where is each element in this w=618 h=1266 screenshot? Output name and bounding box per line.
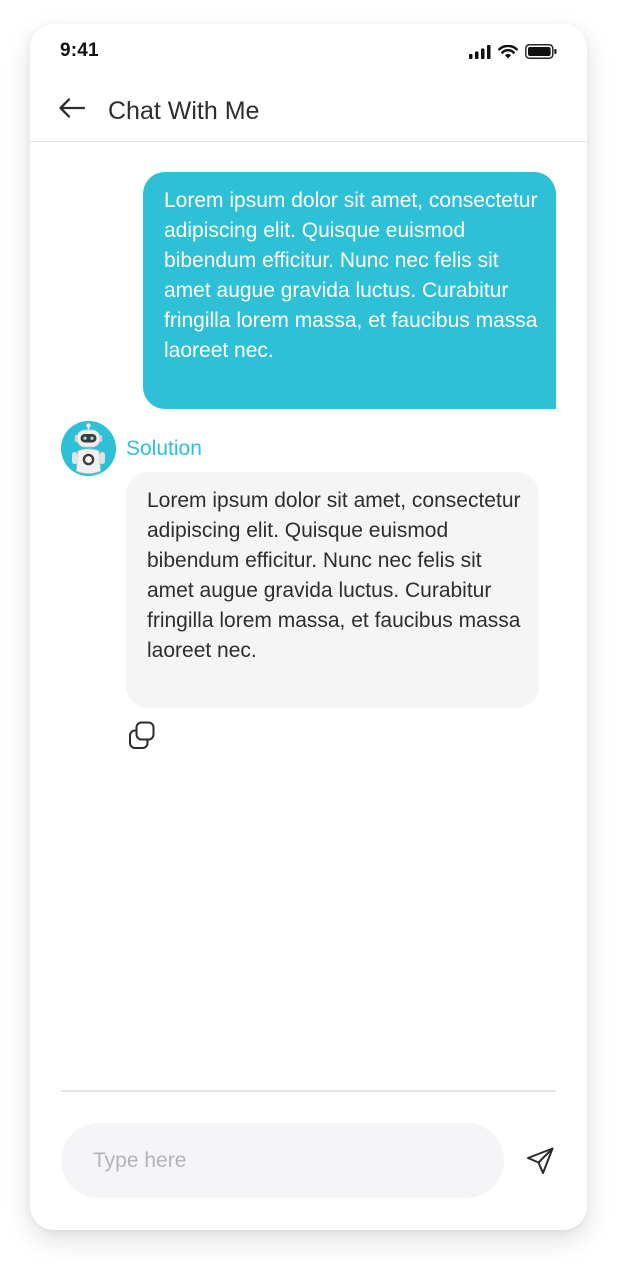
cellular-signal-icon — [469, 44, 491, 64]
send-button[interactable] — [524, 1145, 556, 1177]
message-input-container — [61, 1123, 504, 1198]
status-bar: 9:41 — [30, 24, 587, 80]
robot-avatar-icon — [61, 420, 116, 476]
message-input[interactable] — [61, 1123, 504, 1198]
page-title: Chat With Me — [108, 97, 260, 125]
bot-name: Solution — [126, 437, 202, 460]
wifi-icon — [498, 44, 518, 64]
copy-icon — [126, 721, 158, 755]
battery-icon — [525, 44, 557, 64]
status-time: 9:41 — [60, 40, 99, 61]
header: Chat With Me — [30, 80, 587, 142]
copy-button[interactable] — [126, 719, 158, 751]
user-message-bubble: Lorem ipsum dolor sit amet, consectetur … — [143, 172, 556, 409]
status-icons — [469, 44, 557, 64]
phone-screen: 9:41 Chat With Me Lorem ipsum dolor sit … — [30, 24, 587, 1230]
send-icon — [524, 1147, 556, 1181]
composer-divider — [61, 1090, 556, 1092]
arrow-left-icon — [58, 97, 86, 124]
bot-message-bubble: Lorem ipsum dolor sit amet, consectetur … — [126, 472, 539, 708]
user-message-text: Lorem ipsum dolor sit amet, consectetur … — [164, 189, 538, 362]
avatar — [61, 420, 116, 476]
back-button[interactable] — [56, 94, 88, 126]
bot-header: Solution — [61, 420, 202, 476]
bot-message-text: Lorem ipsum dolor sit amet, consectetur … — [147, 489, 521, 662]
